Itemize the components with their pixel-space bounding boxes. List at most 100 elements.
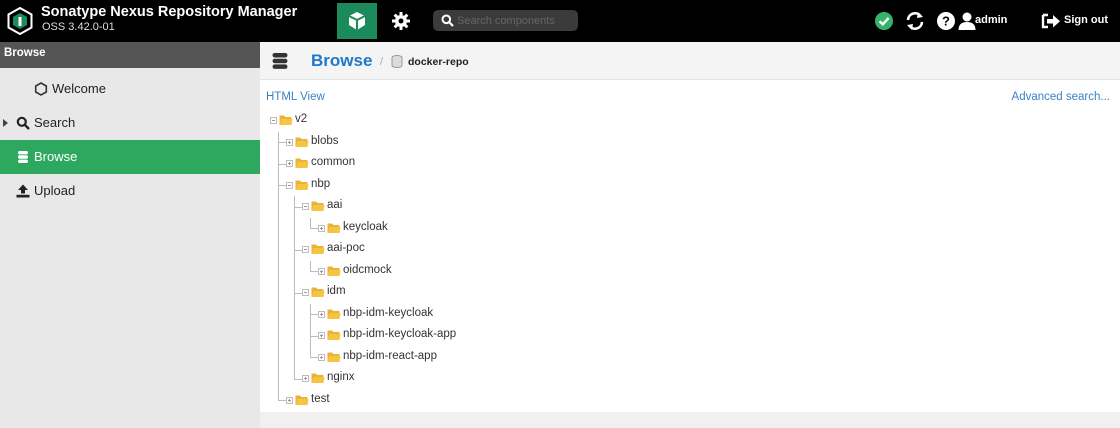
tree-connector (294, 346, 295, 368)
upload-icon (16, 184, 30, 198)
tree-node-label[interactable]: idm (327, 285, 346, 297)
sidebar-item-search[interactable]: Search (0, 106, 260, 140)
expand-toggle-icon[interactable] (302, 375, 309, 382)
app-version: OSS 3.42.0-01 (42, 21, 115, 33)
advanced-search-link[interactable]: Advanced search... (1012, 91, 1110, 103)
expand-toggle-icon[interactable] (318, 224, 325, 232)
tree-node-label[interactable]: aai-poc (327, 242, 365, 254)
tree-connector (278, 163, 286, 165)
breadcrumb-browse-link[interactable]: Browse (311, 51, 372, 71)
tree-node-label[interactable]: blobs (311, 135, 339, 147)
browse-mode-button[interactable] (337, 3, 377, 39)
tree-node-label[interactable]: nbp-idm-react-app (343, 350, 437, 362)
tree-connector (278, 389, 279, 401)
tree-connector (294, 206, 302, 208)
search-components-input[interactable] (457, 12, 575, 29)
tree-node[interactable]: oidcmock (260, 260, 1120, 282)
tree-connector (310, 217, 311, 229)
tree-node-label[interactable]: aai (327, 199, 342, 211)
folder-icon (327, 223, 341, 233)
tree-connector (278, 142, 286, 143)
expand-toggle-icon[interactable] (318, 310, 325, 318)
tree-connector (310, 228, 318, 229)
expand-toggle-icon[interactable] (286, 160, 293, 167)
database-icon (18, 151, 28, 163)
tree-node-label[interactable]: keycloak (343, 221, 388, 233)
tree-node[interactable]: v2 (260, 110, 1120, 131)
sidebar-item-label: Search (34, 115, 76, 130)
tree-node-label[interactable]: oidcmock (343, 264, 392, 276)
sidebar-item-upload[interactable]: Upload (0, 174, 260, 208)
tree-connector (278, 368, 279, 390)
main-panel: Browse / docker-repo HTML View Advanced … (260, 42, 1120, 428)
database-icon (272, 53, 288, 69)
tree-node[interactable]: nbp-idm-react-app (260, 346, 1120, 368)
sidebar-header: Browse (0, 42, 260, 68)
tree-connector (310, 346, 311, 358)
gear-icon[interactable] (389, 9, 413, 33)
sidebar-item-welcome[interactable]: Welcome (0, 72, 260, 106)
tree-connector (278, 346, 279, 368)
search-icon (441, 14, 454, 27)
collapse-toggle-icon[interactable] (286, 181, 293, 189)
tree-node[interactable]: nbp-idm-keycloak-app (260, 325, 1120, 347)
tree-node[interactable]: aai (260, 196, 1120, 218)
tree-node[interactable]: aai-poc (260, 239, 1120, 261)
expand-toggle-icon[interactable] (318, 353, 325, 361)
sidebar: Browse Welcome Search Browse Upload (0, 42, 260, 428)
tree-node[interactable]: common (260, 153, 1120, 175)
tree-node-label[interactable]: v2 (295, 113, 307, 125)
sidebar-item-label: Upload (34, 183, 76, 198)
component-search[interactable] (433, 10, 578, 31)
tree-node[interactable]: nginx (260, 368, 1120, 390)
folder-icon (295, 137, 309, 147)
expand-caret-icon[interactable] (3, 119, 8, 127)
nexus-logo-icon (7, 7, 33, 35)
tree-footer (260, 412, 1120, 428)
folder-icon (311, 287, 325, 297)
tree-connector (278, 260, 279, 282)
tree-node[interactable]: test (260, 389, 1120, 411)
expand-toggle-icon[interactable] (318, 267, 325, 275)
tree-node-label[interactable]: common (311, 156, 355, 168)
status-check-icon[interactable] (873, 10, 895, 32)
tree-connector (294, 292, 302, 294)
tree-connector (310, 335, 318, 337)
tree-node-label[interactable]: test (311, 393, 330, 405)
collapse-toggle-icon[interactable] (302, 289, 309, 296)
tree-node[interactable]: nbp-idm-keycloak (260, 303, 1120, 325)
tree-connector (294, 249, 302, 251)
tree-node[interactable]: blobs (260, 131, 1120, 153)
tree-connector (294, 303, 295, 325)
tree-node[interactable]: idm (260, 282, 1120, 304)
tree-node[interactable]: nbp (260, 174, 1120, 196)
collapse-toggle-icon[interactable] (302, 203, 309, 210)
folder-icon (295, 158, 309, 168)
folder-icon (327, 266, 341, 276)
user-name[interactable]: admin (975, 14, 1007, 26)
tree-connector (310, 314, 318, 315)
tree-connector (294, 368, 295, 379)
tree-node-label[interactable]: nbp-idm-keycloak-app (343, 328, 456, 340)
refresh-icon[interactable] (904, 10, 926, 32)
tree-node-label[interactable]: nginx (327, 371, 355, 383)
collapse-toggle-icon[interactable] (302, 246, 309, 253)
expand-toggle-icon[interactable] (318, 332, 325, 339)
folder-icon (327, 330, 341, 340)
collapse-toggle-icon[interactable] (270, 117, 277, 124)
html-view-link[interactable]: HTML View (266, 91, 325, 103)
expand-toggle-icon[interactable] (286, 396, 293, 404)
help-icon[interactable]: ? (935, 10, 957, 32)
tree-node[interactable]: keycloak (260, 217, 1120, 239)
tree-connector (294, 325, 295, 347)
top-header: Sonatype Nexus Repository Manager OSS 3.… (0, 0, 1120, 42)
sign-out-icon[interactable] (1040, 10, 1062, 32)
expand-toggle-icon[interactable] (286, 138, 293, 146)
tree-connector (278, 196, 279, 218)
sign-out-button[interactable]: Sign out (1064, 14, 1108, 26)
sidebar-item-browse[interactable]: Browse (0, 140, 260, 174)
sidebar-item-label: Welcome (52, 81, 106, 96)
tree-node-label[interactable]: nbp-idm-keycloak (343, 307, 433, 319)
tree-node-label[interactable]: nbp (311, 178, 330, 190)
tree-connector (278, 217, 279, 239)
